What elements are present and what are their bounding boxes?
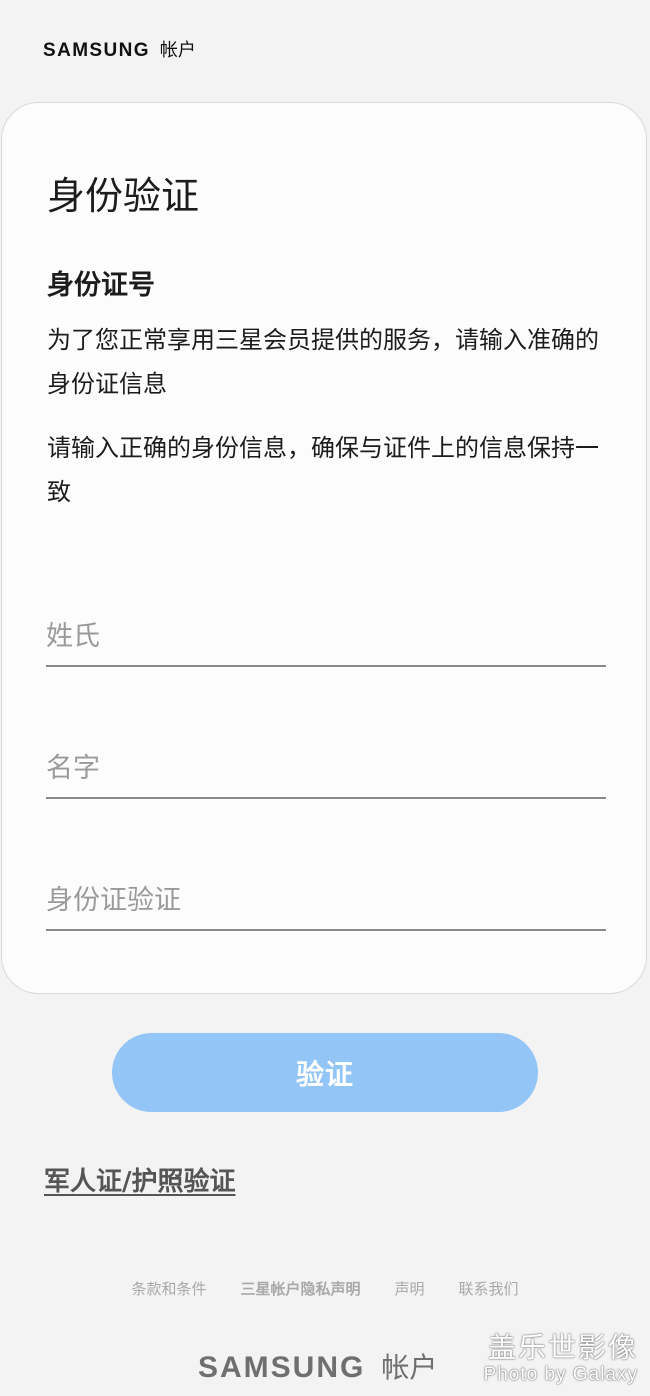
- given-name-field: [46, 735, 606, 799]
- header-brand: SAMSUNG 帐户: [43, 36, 196, 62]
- samsung-logo: SAMSUNG: [43, 40, 150, 61]
- footer-link-contact[interactable]: 联系我们: [459, 1278, 519, 1299]
- description-text: 为了您正常享用三星会员提供的服务，请输入准确的身份证信息: [47, 326, 599, 398]
- section-title: 身份证号: [47, 270, 155, 301]
- photo-watermark: 盖乐世影像 Photo by Galaxy: [484, 1332, 638, 1386]
- surname-input[interactable]: [46, 603, 606, 665]
- footer-link-notice[interactable]: 声明: [395, 1278, 425, 1299]
- id-number-input[interactable]: [46, 867, 606, 929]
- verify-button[interactable]: 验证: [112, 1033, 538, 1112]
- watermark-chinese: 盖乐世影像: [487, 1331, 638, 1364]
- given-name-input[interactable]: [46, 735, 606, 797]
- footer-link-privacy[interactable]: 三星帐户隐私声明: [240, 1278, 360, 1299]
- page-title: 身份验证: [47, 174, 200, 218]
- header-account-label: 帐户: [159, 40, 196, 61]
- footer-link-terms[interactable]: 条款和条件: [131, 1278, 206, 1299]
- verification-card: 身份验证 身份证号 为了您正常享用三星会员提供的服务，请输入准确的身份证信息 请…: [1, 102, 647, 994]
- military-passport-verification-link[interactable]: 军人证/护照验证: [44, 1161, 236, 1198]
- watermark-english: Photo by Galaxy: [483, 1364, 638, 1385]
- footer-links: 条款和条件 三星帐户隐私声明 声明 联系我们: [0, 1278, 650, 1299]
- surname-field: [46, 603, 606, 667]
- instruction-text: 请输入正确的身份信息，确保与证件上的信息保持一致: [47, 434, 599, 506]
- footer-account-label: 帐户: [381, 1351, 438, 1384]
- footer-brand: SAMSUNG 帐户: [198, 1346, 437, 1386]
- id-number-field: [46, 867, 606, 931]
- footer-samsung-logo: SAMSUNG: [198, 1351, 366, 1384]
